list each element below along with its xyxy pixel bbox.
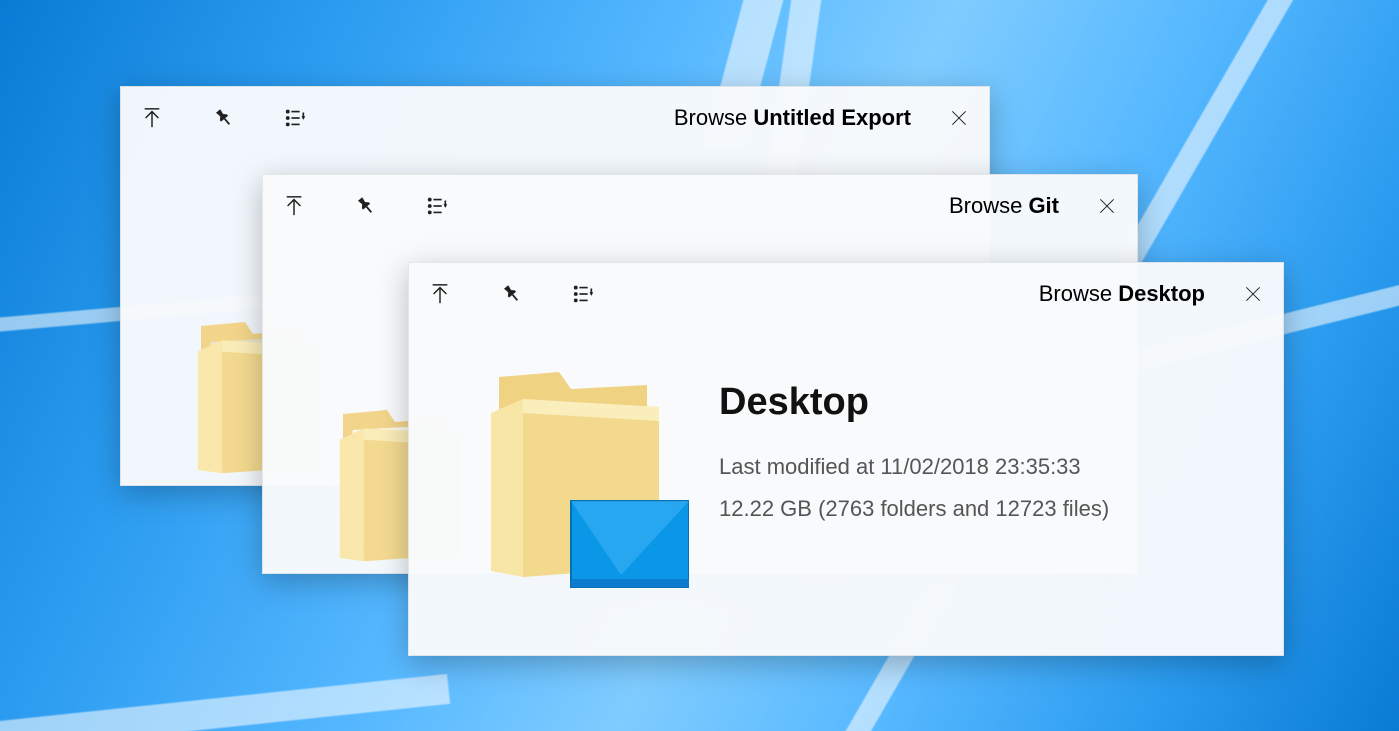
list-sort-icon[interactable] — [571, 281, 597, 307]
window-title: Browse Desktop — [1039, 281, 1205, 307]
size-summary: 12.22 GB (2763 folders and 12723 files) — [719, 488, 1109, 530]
window-title: Browse Untitled Export — [674, 105, 911, 131]
list-sort-icon[interactable] — [425, 193, 451, 219]
last-modified: Last modified at 11/02/2018 23:35:33 — [719, 446, 1109, 488]
titlebar: Browse Git — [263, 175, 1137, 237]
up-icon[interactable] — [281, 193, 307, 219]
pin-icon[interactable] — [499, 281, 525, 307]
desktop-folder-icon — [469, 355, 669, 555]
window-title: Browse Git — [949, 193, 1059, 219]
browse-target: Desktop — [1118, 281, 1205, 306]
browse-prefix: Browse — [949, 193, 1028, 218]
bg-beam — [0, 674, 450, 731]
close-icon[interactable] — [1079, 183, 1135, 229]
up-icon[interactable] — [139, 105, 165, 131]
browse-target: Untitled Export — [753, 105, 911, 130]
window-body: Desktop Last modified at 11/02/2018 23:3… — [409, 325, 1283, 595]
close-icon[interactable] — [1225, 271, 1281, 317]
close-icon[interactable] — [931, 95, 987, 141]
pin-icon[interactable] — [211, 105, 237, 131]
browse-target: Git — [1028, 193, 1059, 218]
browse-prefix: Browse — [1039, 281, 1118, 306]
folder-name: Desktop — [719, 381, 1109, 424]
pin-icon[interactable] — [353, 193, 379, 219]
preview-window-desktop[interactable]: Browse Desktop Desktop Last modified at — [408, 262, 1284, 656]
titlebar: Browse Untitled Export — [121, 87, 989, 149]
up-icon[interactable] — [427, 281, 453, 307]
info-panel: Desktop Last modified at 11/02/2018 23:3… — [719, 381, 1109, 530]
list-sort-icon[interactable] — [283, 105, 309, 131]
titlebar: Browse Desktop — [409, 263, 1283, 325]
browse-prefix: Browse — [674, 105, 753, 130]
